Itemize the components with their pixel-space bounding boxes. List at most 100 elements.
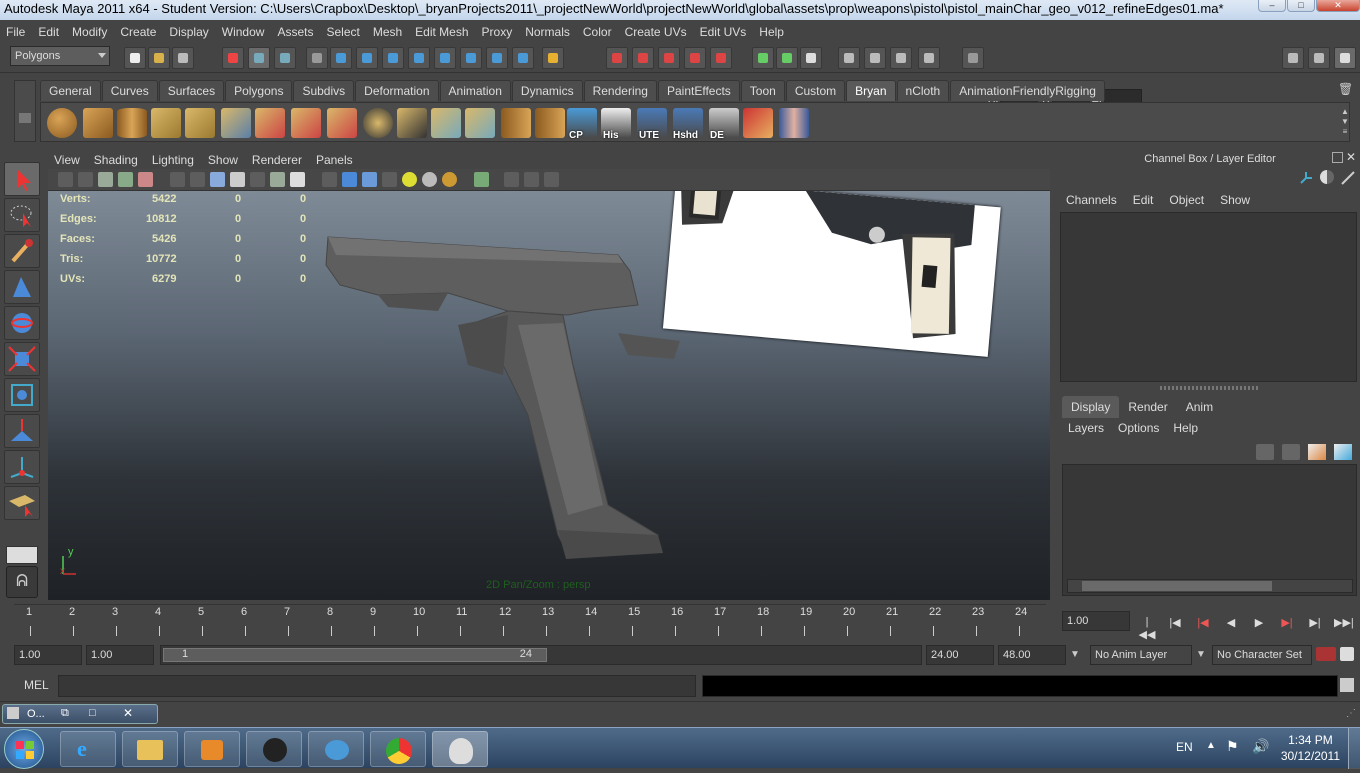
show-desktop-button[interactable] <box>1348 728 1360 769</box>
poly-tool-5-icon[interactable] <box>327 108 357 138</box>
backface-cull-icon[interactable] <box>544 172 559 187</box>
poly-sphere-icon[interactable] <box>47 108 77 138</box>
channels-menu[interactable]: Channels <box>1066 193 1117 207</box>
layers-menu[interactable]: Layers <box>1068 421 1104 435</box>
select-component-icon[interactable] <box>274 47 296 69</box>
poly-cube-icon[interactable] <box>83 108 113 138</box>
cp-shelf-icon[interactable]: CP <box>567 108 597 141</box>
shelf-tab-curves[interactable]: Curves <box>101 80 158 101</box>
textured-icon[interactable] <box>382 172 397 187</box>
channel-box-toggle-icon[interactable] <box>1334 47 1356 69</box>
scrollbar-thumb[interactable] <box>1082 581 1272 591</box>
viewport-menu-view[interactable]: View <box>54 153 80 167</box>
step-forward-frame-button[interactable]: ▶| <box>1306 616 1324 630</box>
script-editor-icon[interactable] <box>1340 678 1354 692</box>
channel-box-object-menu[interactable]: Object <box>1169 193 1204 207</box>
move-tool-icon[interactable] <box>4 270 40 304</box>
smooth-shade-icon[interactable] <box>342 172 357 187</box>
bookmarks-icon[interactable] <box>98 172 113 187</box>
shadows-icon[interactable] <box>422 172 437 187</box>
current-frame-field[interactable]: 1.00 <box>1062 611 1130 631</box>
poly-tool-7-icon[interactable] <box>397 108 427 138</box>
restore-window-icon[interactable]: ⧉ <box>61 707 69 720</box>
select-camera-icon[interactable] <box>58 172 73 187</box>
menu-file[interactable]: File <box>6 25 25 39</box>
layer-list-scrollbar[interactable] <box>1067 579 1353 593</box>
2d-pan-zoom-icon[interactable] <box>138 172 153 187</box>
start-button[interactable] <box>4 729 44 769</box>
playback-end-field[interactable]: 24.00 <box>926 645 994 665</box>
shelf-menu-handle[interactable] <box>14 80 36 142</box>
float-panel-icon[interactable] <box>1332 152 1343 163</box>
tool-settings-icon[interactable] <box>1308 47 1330 69</box>
wireframe-on-shaded-icon[interactable] <box>362 172 377 187</box>
poly-tool-6-icon[interactable] <box>363 108 393 138</box>
mask-menu-icon[interactable] <box>306 47 328 69</box>
transform-field-menu-icon[interactable] <box>962 47 984 69</box>
speed-icon[interactable] <box>1320 170 1334 184</box>
go-to-start-button[interactable]: |◀◀ <box>1138 616 1156 641</box>
layout-single-pane-icon[interactable] <box>6 546 38 564</box>
resolution-gate-icon[interactable] <box>210 172 225 187</box>
menu-assets[interactable]: Assets <box>277 25 313 39</box>
menu-help[interactable]: Help <box>759 25 784 39</box>
lock-selection-icon[interactable] <box>542 47 564 69</box>
last-used-tool-icon[interactable] <box>4 486 40 520</box>
shelf-tab-custom[interactable]: Custom <box>785 80 846 101</box>
safe-action-icon[interactable] <box>270 172 285 187</box>
snap-curve-icon[interactable] <box>632 47 654 69</box>
step-forward-key-button[interactable]: ▶| <box>1278 616 1296 630</box>
attribute-editor-icon[interactable] <box>1282 47 1304 69</box>
layer-tab-anim[interactable]: Anim <box>1177 396 1222 418</box>
poly-cylinder-icon[interactable] <box>117 108 147 138</box>
shelf-tab-bryan[interactable]: Bryan <box>846 80 896 101</box>
resize-grip-icon[interactable]: ⋰ <box>1346 708 1356 719</box>
film-gate-icon[interactable] <box>190 172 205 187</box>
viewport-menu-renderer[interactable]: Renderer <box>252 153 302 167</box>
safe-title-icon[interactable] <box>290 172 305 187</box>
poly-tool-10-icon[interactable] <box>501 108 531 138</box>
menu-edit-uvs[interactable]: Edit UVs <box>700 25 747 39</box>
save-scene-icon[interactable] <box>172 47 194 69</box>
anim-layer-selector[interactable]: No Anim Layer <box>1090 645 1192 665</box>
animation-preferences-icon[interactable] <box>1340 647 1354 661</box>
lasso-tool-icon[interactable] <box>4 198 40 232</box>
menu-edit[interactable]: Edit <box>38 25 59 39</box>
universal-manipulator-icon[interactable] <box>4 378 40 412</box>
range-slider-handle[interactable]: 1 24 <box>163 648 547 662</box>
shelf-tab-painteffects[interactable]: PaintEffects <box>657 80 740 101</box>
viewport-menu-show[interactable]: Show <box>208 153 238 167</box>
menu-modify[interactable]: Modify <box>72 25 107 39</box>
shelf-tab-deformation[interactable]: Deformation <box>355 80 439 101</box>
chevron-down-icon[interactable]: ▼ <box>1196 649 1206 660</box>
shelf-scroll-icon[interactable]: ▲ ▼ ≡ <box>1339 107 1351 137</box>
mask-rendering-icon[interactable] <box>486 47 508 69</box>
menu-create[interactable]: Create <box>120 25 156 39</box>
play-backwards-button[interactable]: ◀ <box>1222 616 1240 630</box>
steam-icon[interactable] <box>246 731 302 767</box>
media-player-icon[interactable] <box>184 731 240 767</box>
xray-icon[interactable] <box>504 172 519 187</box>
internet-explorer-icon[interactable]: e <box>60 731 116 767</box>
use-all-lights-icon[interactable] <box>402 172 417 187</box>
camera-attributes-icon[interactable] <box>78 172 93 187</box>
mask-deformations-icon[interactable] <box>434 47 456 69</box>
paint-brush-icon[interactable] <box>743 108 773 138</box>
poly-tool-1-icon[interactable] <box>185 108 215 138</box>
character-set-selector[interactable]: No Character Set <box>1212 645 1312 665</box>
new-scene-icon[interactable] <box>124 47 146 69</box>
close-button[interactable]: ✕ <box>1316 0 1360 12</box>
viewport-menu-panels[interactable]: Panels <box>316 153 353 167</box>
menu-proxy[interactable]: Proxy <box>482 25 513 39</box>
end-time-field[interactable]: 48.00 <box>998 645 1066 665</box>
chrome-icon[interactable] <box>370 731 426 767</box>
new-empty-layer-icon[interactable] <box>1308 444 1326 460</box>
step-back-frame-button[interactable]: |◀ <box>1166 616 1184 630</box>
mask-curves-icon[interactable] <box>382 47 404 69</box>
viewport-persp[interactable]: Verts: 5422 0 0 Edges: 10812 0 0 Faces: 5426 0 0 … <box>48 191 1050 600</box>
shelf-tab-animation[interactable]: Animation <box>439 80 511 101</box>
menu-normals[interactable]: Normals <box>525 25 570 39</box>
character-face-icon[interactable] <box>779 108 809 138</box>
quick-layout-icon[interactable]: ᕱ <box>6 566 38 598</box>
rotate-tool-icon[interactable] <box>4 306 40 340</box>
